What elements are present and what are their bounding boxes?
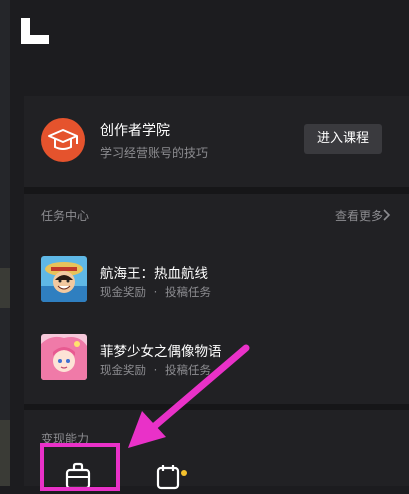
left-edge-strip (0, 0, 10, 486)
task-meta: 现金奖励 · 投稿任务 (100, 284, 211, 300)
task-center-card: 任务中心 查看更多 航海王：热血航线 现金奖励 · 投稿任务 菲梦少女之偶像物语… (24, 194, 409, 404)
game-thumbnail-one-piece (41, 256, 87, 302)
task-reward: 现金奖励 (100, 285, 146, 299)
task-center-title: 任务中心 (41, 209, 90, 223)
app-logo-icon (21, 18, 49, 44)
highlight-box-annotation (40, 443, 120, 491)
task-type: 投稿任务 (164, 285, 211, 299)
enter-course-button[interactable]: 进入课程 (304, 124, 382, 154)
task-meta: 现金奖励 · 投稿任务 (100, 362, 211, 378)
task-separator: · (153, 363, 158, 377)
creator-academy-card[interactable]: 创作者学院 学习经营账号的技巧 进入课程 (24, 96, 409, 187)
view-more-link[interactable]: 查看更多 (335, 207, 383, 224)
task-title: 菲梦少女之偶像物语 (100, 344, 222, 360)
task-reward: 现金奖励 (100, 363, 146, 377)
graduation-cap-icon (41, 118, 85, 162)
task-title: 航海王：热血航线 (100, 266, 208, 282)
academy-subtitle: 学习经营账号的技巧 (100, 146, 209, 160)
task-item-one-piece[interactable]: 航海王：热血航线 现金奖励 · 投稿任务 (41, 256, 409, 304)
game-thumbnail-idol-story (41, 334, 87, 380)
chevron-right-icon[interactable] (381, 207, 393, 223)
task-type: 投稿任务 (164, 363, 211, 377)
task-separator: · (153, 285, 158, 299)
academy-title: 创作者学院 (100, 123, 170, 139)
notification-dot (181, 470, 187, 476)
task-item-idol-story[interactable]: 菲梦少女之偶像物语 现金奖励 · 投稿任务 (41, 334, 409, 382)
